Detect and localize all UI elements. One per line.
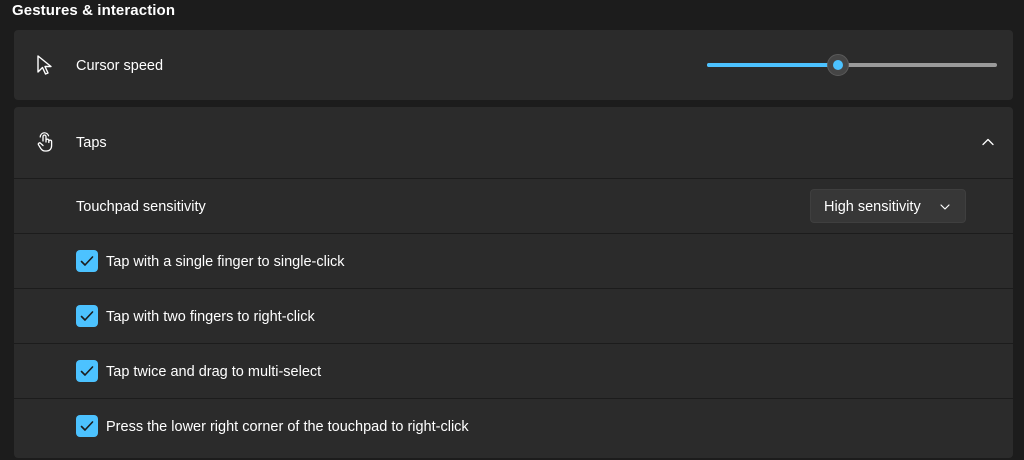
cursor-speed-slider[interactable]: [707, 54, 997, 76]
checkmark-icon: [80, 421, 94, 431]
sensitivity-row: Touchpad sensitivity High sensitivity: [14, 178, 1013, 233]
cursor-pointer-icon: [37, 55, 52, 75]
checkmark-icon: [80, 311, 94, 321]
cursor-speed-card: Cursor speed: [14, 30, 1013, 100]
sensitivity-dropdown[interactable]: High sensitivity: [810, 189, 966, 223]
taps-header[interactable]: Taps: [14, 107, 1013, 178]
tap-twice-drag-checkbox[interactable]: [76, 360, 98, 382]
option-label: Tap twice and drag to multi-select: [106, 364, 322, 380]
two-finger-checkbox[interactable]: [76, 305, 98, 327]
section-title: Gestures & interaction: [12, 2, 176, 19]
slider-fill: [707, 63, 838, 67]
lower-right-corner-checkbox[interactable]: [76, 415, 98, 437]
option-label: Tap with two fingers to right-click: [106, 309, 315, 325]
option-label: Tap with a single finger to single-click: [106, 254, 345, 270]
option-row: Press the lower right corner of the touc…: [14, 398, 1013, 458]
option-label: Press the lower right corner of the touc…: [106, 419, 469, 435]
chevron-up-icon[interactable]: [981, 135, 995, 149]
taps-label: Taps: [76, 135, 107, 151]
option-row: Tap twice and drag to multi-select: [14, 343, 1013, 398]
option-row: Tap with a single finger to single-click: [14, 233, 1013, 288]
chevron-down-icon: [940, 204, 950, 210]
tap-hand-icon: [37, 132, 53, 152]
sensitivity-selected: High sensitivity: [824, 199, 921, 215]
slider-thumb[interactable]: [826, 54, 849, 76]
cursor-speed-label: Cursor speed: [76, 58, 164, 74]
sensitivity-label: Touchpad sensitivity: [76, 199, 206, 215]
checkmark-icon: [80, 366, 94, 376]
single-finger-checkbox[interactable]: [76, 250, 98, 272]
taps-card: Taps Touchpad sensitivity High sensitivi…: [14, 107, 1013, 458]
option-row: Tap with two fingers to right-click: [14, 288, 1013, 343]
checkmark-icon: [80, 256, 94, 266]
